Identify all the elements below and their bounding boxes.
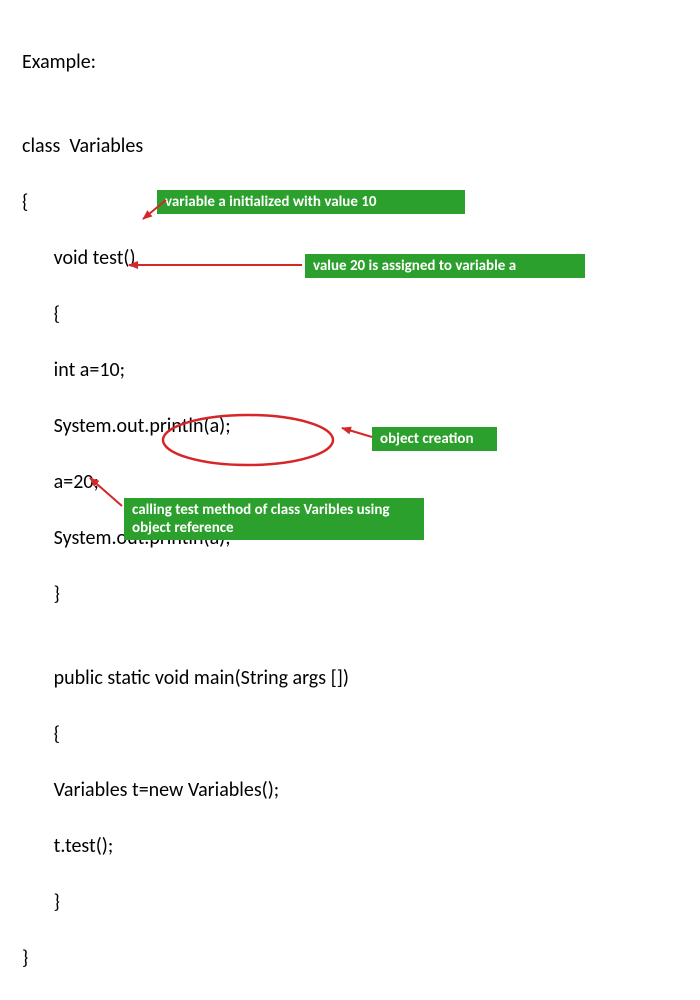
code-line: void test(): [22, 244, 349, 272]
code-line: t.test();: [22, 832, 349, 860]
code-line: {: [22, 720, 349, 748]
code-line: }: [22, 888, 349, 916]
code-line: int a=10;: [22, 356, 349, 384]
callout-method-call: calling test method of class Varibles us…: [124, 498, 424, 540]
callout-variable-init: variable a initialized with value 10: [157, 190, 465, 214]
code-line: }: [22, 580, 349, 608]
code-line: System.out.println(a);: [22, 412, 349, 440]
code-line: a=20;: [22, 468, 349, 496]
callout-variable-assign: value 20 is assigned to variable a: [305, 254, 585, 278]
callout-object-creation: object creation: [372, 427, 497, 451]
code-line: }: [22, 944, 349, 972]
code-line: Variables t=new Variables();: [22, 776, 349, 804]
code-line: class Variables: [22, 132, 349, 160]
code-line: Example:: [22, 48, 349, 76]
code-line: {: [22, 300, 349, 328]
code-line: public static void main(String args []): [22, 664, 349, 692]
